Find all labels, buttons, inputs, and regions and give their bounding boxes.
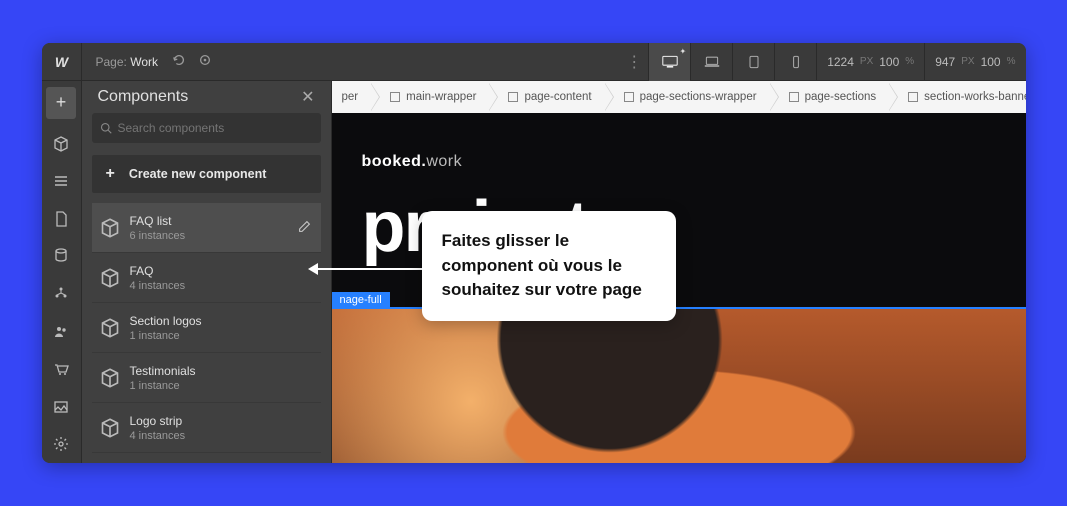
cube-icon [100, 318, 120, 338]
rail-users-icon[interactable] [42, 313, 82, 351]
rail-pages-icon[interactable] [42, 200, 82, 238]
component-item-section-logos[interactable]: Section logos 1 instance [92, 303, 321, 353]
component-item-testimonials[interactable]: Testimonials 1 instance [92, 353, 321, 403]
rail-cms-icon[interactable] [42, 238, 82, 276]
component-name: FAQ list [130, 214, 186, 228]
rail-assets-icon[interactable] [42, 388, 82, 426]
component-name: Section logos [130, 314, 202, 328]
create-component-button[interactable]: + Create new component [92, 155, 321, 193]
selection-tag[interactable]: nage-full [332, 292, 390, 308]
component-name: Logo strip [130, 414, 186, 428]
breadcrumb-item[interactable]: page-content [490, 81, 605, 113]
cube-icon [100, 218, 120, 238]
box-icon [508, 92, 518, 102]
webflow-logo[interactable]: W [42, 43, 82, 81]
star-badge-icon: ✦ [680, 47, 687, 56]
component-count: 4 instances [130, 280, 186, 292]
device-laptop[interactable] [690, 43, 732, 81]
search-input[interactable] [92, 113, 321, 143]
rail-ecommerce-icon[interactable] [42, 350, 82, 388]
breadcrumb-item[interactable]: main-wrapper [372, 81, 490, 113]
rail-components-icon[interactable] [42, 125, 82, 163]
component-item-faq-list[interactable]: FAQ list 6 instances [92, 203, 321, 253]
instruction-callout: Faites glisser le component où vous le s… [422, 211, 676, 321]
component-count: 6 instances [130, 230, 186, 242]
add-element-button[interactable]: + [46, 87, 76, 119]
breadcrumb-item[interactable]: page-sections-wrapper [606, 81, 771, 113]
plus-icon: + [106, 165, 115, 183]
hero-image[interactable] [332, 309, 1026, 463]
more-devices-icon[interactable]: ⋮ [624, 52, 642, 72]
rail-settings-icon[interactable] [42, 425, 82, 463]
redo-icon[interactable] [198, 53, 212, 70]
device-tablet[interactable] [732, 43, 774, 81]
breadcrumb-item[interactable]: per [332, 81, 373, 113]
component-name: Testimonials [130, 364, 196, 378]
search-icon [100, 122, 112, 134]
box-icon [908, 92, 918, 102]
callout-arrow [310, 268, 422, 270]
rail-tree-icon[interactable] [42, 275, 82, 313]
component-item-logo-strip[interactable]: Logo strip 4 instances [92, 403, 321, 453]
page-label[interactable]: Page: Work [96, 55, 158, 69]
box-icon [624, 92, 634, 102]
components-panel: Components ✕ + Create new component FAQ [82, 81, 332, 463]
cube-icon [100, 368, 120, 388]
component-name: FAQ [130, 264, 186, 278]
component-count: 4 instances [130, 430, 186, 442]
site-logo: booked.work [362, 153, 996, 171]
component-count: 1 instance [130, 330, 202, 342]
breadcrumb: per main-wrapper page-content page-secti… [332, 81, 1026, 113]
undo-icon[interactable] [172, 53, 186, 70]
rail-navigator-icon[interactable] [42, 162, 82, 200]
cube-icon [100, 268, 120, 288]
device-switcher: ⋮ ✦ [624, 43, 816, 81]
box-icon [789, 92, 799, 102]
component-count: 1 instance [130, 380, 196, 392]
pencil-icon[interactable] [298, 220, 311, 236]
dimension-width[interactable]: 1224PX 100% [816, 43, 924, 81]
device-desktop[interactable]: ✦ [648, 43, 690, 81]
panel-title: Components [98, 88, 189, 106]
dimension-height[interactable]: 947PX 100% [924, 43, 1025, 81]
top-bar: W Page: Work ⋮ ✦ [42, 43, 1026, 81]
left-rail: + [42, 81, 82, 463]
close-icon[interactable]: ✕ [301, 87, 314, 107]
breadcrumb-item[interactable]: page-sections [771, 81, 891, 113]
device-phone[interactable] [774, 43, 816, 81]
cube-icon [100, 418, 120, 438]
box-icon [390, 92, 400, 102]
component-item-faq[interactable]: FAQ 4 instances [92, 253, 321, 303]
breadcrumb-item[interactable]: section-works-banne [890, 81, 1025, 113]
